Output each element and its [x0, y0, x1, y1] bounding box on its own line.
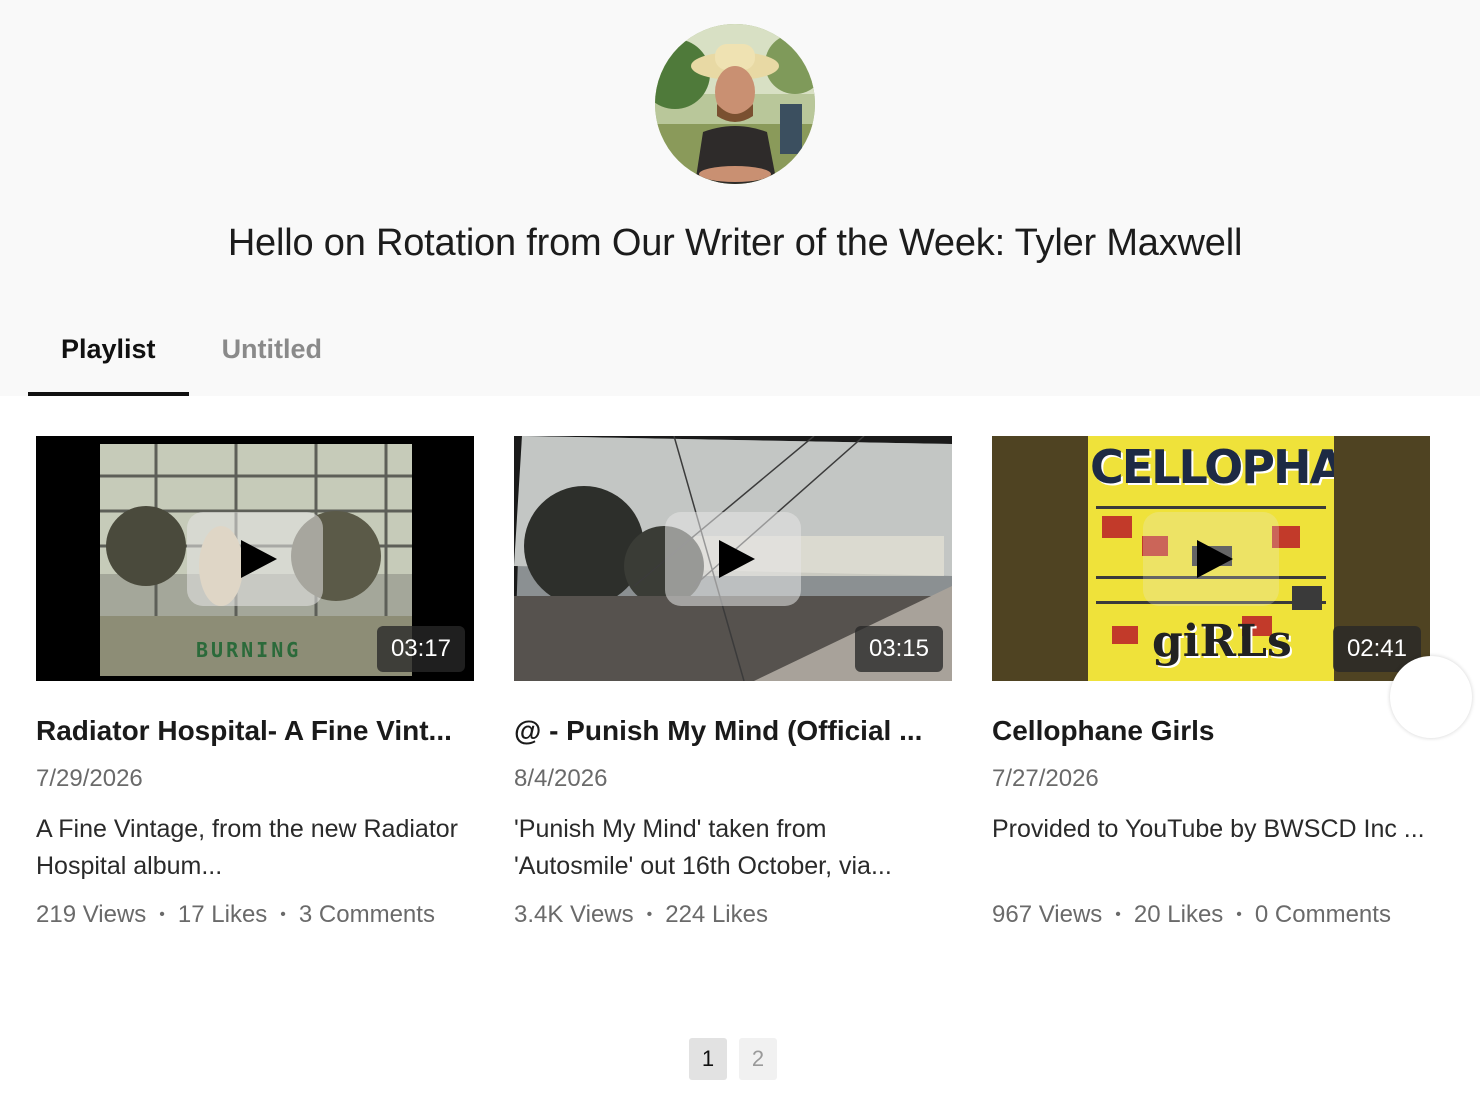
video-description: Provided to YouTube by BWSCD Inc ...	[992, 815, 1425, 843]
duration-badge: 03:15	[854, 626, 943, 672]
thumbnail-caption: giRLs	[1152, 616, 1292, 667]
play-icon	[241, 540, 277, 578]
video-card[interactable]: BURNING 03:17 Radiator Hospital- A Fine …	[36, 436, 474, 929]
likes-count: 224 Likes	[665, 901, 768, 928]
views-count: 3.4K Views	[514, 901, 634, 928]
play-button[interactable]	[665, 512, 801, 606]
video-title[interactable]: Cellophane Girls	[992, 715, 1430, 747]
likes-count: 17 Likes	[177, 901, 268, 928]
thumbnail-caption: BURNING	[196, 638, 302, 662]
separator-dot: •	[646, 906, 653, 923]
video-card[interactable]: 03:15 @ - Punish My Mind (Official ... 8…	[514, 436, 952, 929]
video-title[interactable]: Radiator Hospital- A Fine Vint...	[36, 715, 474, 747]
video-date: 7/29/2026	[36, 765, 143, 792]
avatar-photo-icon	[655, 24, 815, 184]
video-thumbnail[interactable]: 03:15	[514, 436, 952, 681]
play-icon	[1197, 540, 1233, 578]
video-thumbnail[interactable]: CELLOPHANE giRLs 02:41	[992, 436, 1430, 681]
video-stats: 967 Views • 20 Likes • 0 Comments	[992, 901, 1430, 929]
likes-count: 20 Likes	[1133, 901, 1224, 928]
video-date: 7/27/2026	[992, 765, 1099, 792]
video-card[interactable]: CELLOPHANE giRLs 02:41 Cellophane Girls …	[992, 436, 1430, 929]
tab-playlist[interactable]: Playlist	[28, 320, 189, 396]
pagination: 1 2	[689, 1038, 777, 1080]
comments-count: 0 Comments	[1254, 901, 1391, 928]
page-title: Hello on Rotation from Our Writer of the…	[227, 222, 1243, 264]
comments-count: 3 Comments	[298, 901, 435, 928]
video-stats: 3.4K Views • 224 Likes	[514, 901, 952, 929]
video-description: 'Punish My Mind' taken from 'Autosmile' …	[514, 815, 892, 880]
tab-untitled[interactable]: Untitled	[189, 320, 356, 396]
separator-dot: •	[1236, 906, 1242, 923]
thumbnail-caption: CELLOPHANE	[1090, 440, 1334, 494]
page-button-2[interactable]: 2	[739, 1038, 777, 1080]
duration-badge: 03:17	[376, 626, 465, 672]
video-title[interactable]: @ - Punish My Mind (Official ...	[514, 715, 952, 747]
play-button[interactable]	[187, 512, 323, 606]
author-avatar	[655, 24, 815, 184]
tab-bar: Playlist Untitled	[28, 320, 355, 396]
page-button-1[interactable]: 1	[689, 1038, 727, 1080]
floating-action-button[interactable]	[1390, 656, 1472, 738]
separator-dot: •	[1115, 906, 1121, 923]
views-count: 967 Views	[992, 901, 1103, 928]
playlist-header: Hello on Rotation from Our Writer of the…	[0, 0, 1480, 396]
separator-dot: •	[280, 906, 286, 923]
play-icon	[719, 540, 755, 578]
video-description: A Fine Vintage, from the new Radiator Ho…	[36, 815, 458, 880]
views-count: 219 Views	[36, 901, 147, 928]
video-date: 8/4/2026	[514, 765, 608, 792]
video-grid: BURNING 03:17 Radiator Hospital- A Fine …	[36, 436, 1430, 929]
play-button[interactable]	[1143, 512, 1279, 606]
separator-dot: •	[159, 906, 165, 923]
video-stats: 219 Views • 17 Likes • 3 Comments	[36, 901, 474, 929]
video-thumbnail[interactable]: BURNING 03:17	[36, 436, 474, 681]
